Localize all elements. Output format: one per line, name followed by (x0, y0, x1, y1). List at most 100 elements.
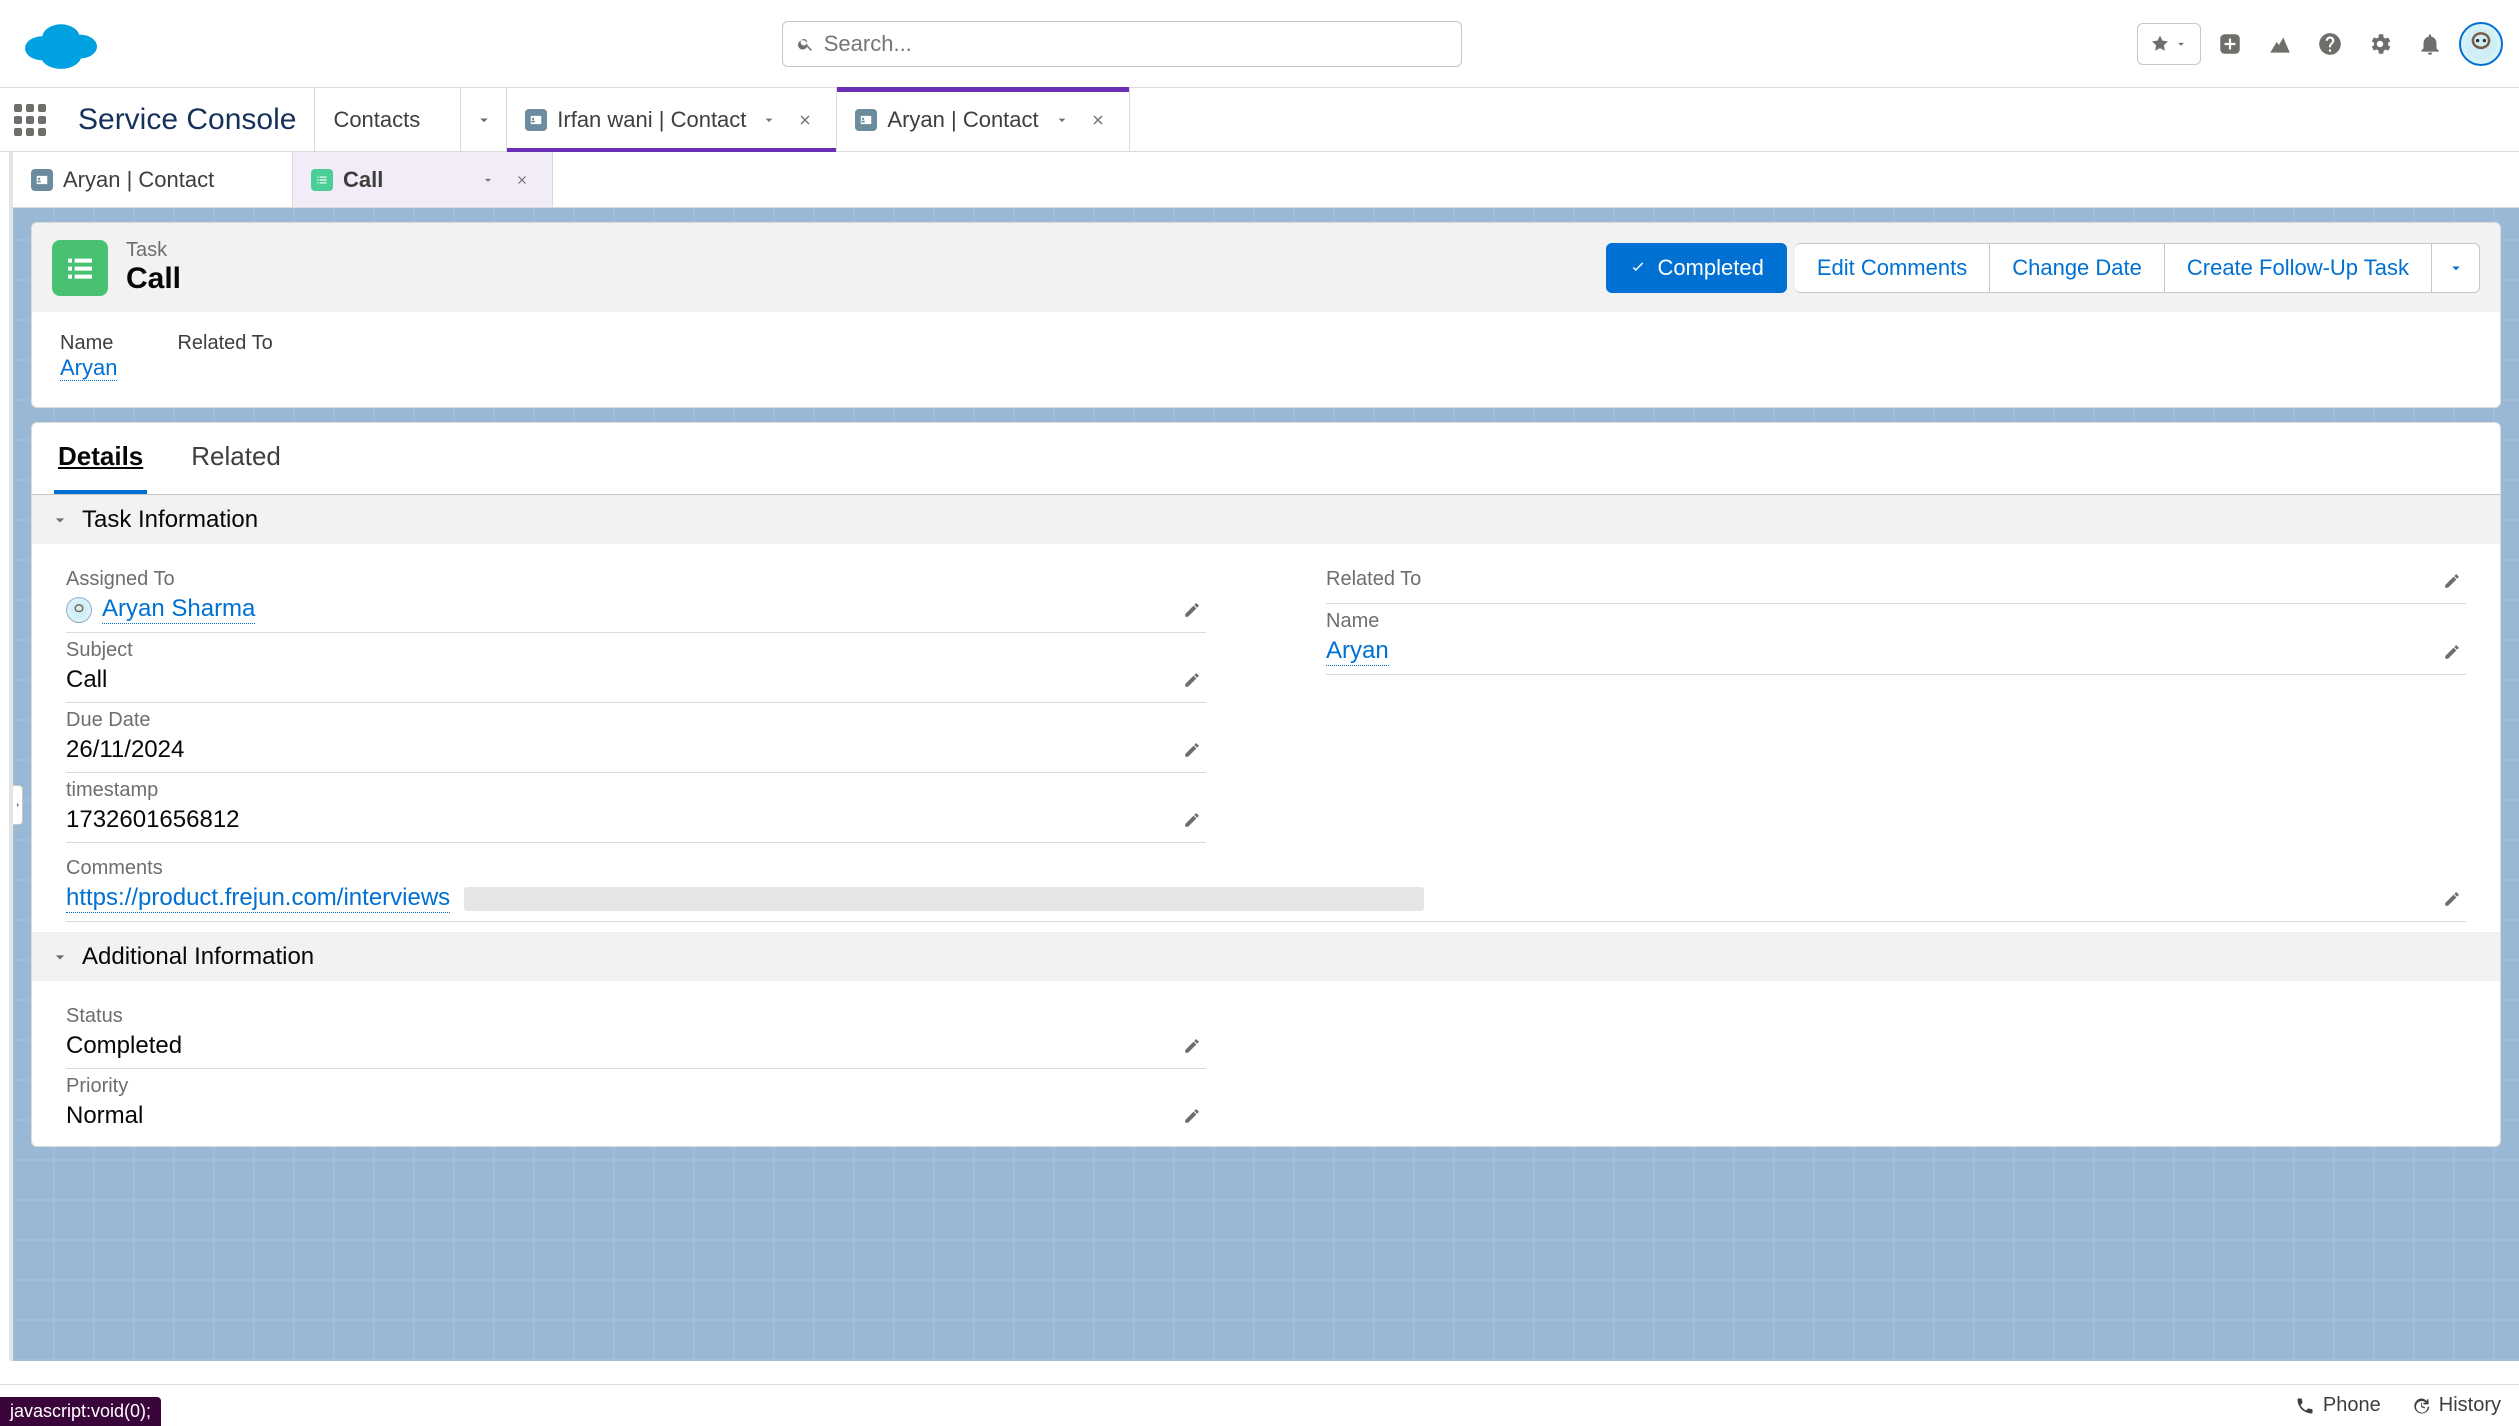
bell-icon (2417, 31, 2443, 57)
header-actions (2137, 22, 2503, 66)
search-icon (797, 35, 814, 53)
pencil-icon (1183, 1037, 1201, 1055)
edit-field-button[interactable] (2438, 885, 2466, 913)
field-label: Name (1326, 610, 2466, 633)
create-followup-button[interactable]: Create Follow-Up Task (2165, 243, 2432, 293)
pencil-icon (2443, 643, 2461, 661)
app-name: Service Console (60, 88, 315, 151)
pencil-icon (1183, 741, 1201, 759)
contact-icon (855, 109, 877, 131)
close-icon (1090, 112, 1106, 128)
edit-field-button[interactable] (1178, 1032, 1206, 1060)
record-canvas: Task Call Completed Edit Comments Change… (9, 208, 2519, 1361)
global-header (0, 0, 2519, 88)
edit-field-button[interactable] (1178, 806, 1206, 834)
chevron-down-icon (481, 173, 495, 187)
change-date-button[interactable]: Change Date (1990, 243, 2165, 293)
highlights-actions: Completed Edit Comments Change Date Crea… (1606, 243, 2480, 293)
subtab-menu-button[interactable] (476, 168, 500, 192)
comments-redacted (464, 887, 1424, 911)
global-search-input[interactable] (824, 31, 1447, 57)
field-label: Status (66, 1005, 1206, 1028)
workspace-tab[interactable]: Aryan | Contact (837, 88, 1129, 151)
workspace-tab-label: Irfan wani | Contact (557, 107, 746, 133)
utility-history[interactable]: History (2411, 1394, 2501, 1417)
field-label: Comments (66, 857, 2466, 880)
notifications-button[interactable] (2409, 23, 2451, 65)
pencil-icon (1183, 601, 1201, 619)
tab-details[interactable]: Details (54, 423, 147, 494)
tab-close-button[interactable] (1085, 107, 1111, 133)
comments-link[interactable]: https://product.frejun.com/interviews (66, 884, 450, 913)
subtab-close-button[interactable] (510, 168, 534, 192)
tab-menu-button[interactable] (1049, 107, 1075, 133)
nav-item-label: Contacts (333, 107, 420, 133)
app-nav: Service Console Contacts Irfan wani | Co… (0, 88, 2519, 152)
edit-field-button[interactable] (1178, 1102, 1206, 1130)
more-actions-button[interactable] (2432, 243, 2480, 293)
contact-icon (525, 109, 547, 131)
edit-field-button[interactable] (1178, 736, 1206, 764)
waffle-icon (14, 104, 46, 136)
subtab-label: Call (343, 167, 383, 193)
field-label: Due Date (66, 709, 1206, 732)
edit-field-button[interactable] (1178, 596, 1206, 624)
app-launcher-button[interactable] (0, 88, 60, 151)
tab-menu-button[interactable] (756, 107, 782, 133)
field-value: 26/11/2024 (66, 736, 1206, 764)
phone-icon (2295, 1396, 2315, 1416)
name-link[interactable]: Aryan (1326, 637, 1389, 666)
chevron-down-icon (761, 112, 777, 128)
chevron-down-icon (1054, 112, 1070, 128)
chevron-down-icon (50, 510, 70, 530)
field-label: Related To (1326, 568, 2466, 591)
assigned-to-link[interactable]: Aryan Sharma (102, 595, 255, 624)
subtab[interactable]: Call (293, 152, 553, 207)
edit-comments-button[interactable]: Edit Comments (1795, 243, 1990, 293)
compact-name-link[interactable]: Aryan (60, 355, 117, 381)
user-avatar-icon (66, 597, 92, 623)
caret-down-icon (2447, 259, 2465, 277)
record-scroll-area: Aryan | Contact Call Task Call (0, 152, 2519, 1384)
nav-item-menu[interactable] (461, 88, 507, 151)
utility-bar: Phone History (0, 1384, 2519, 1426)
contact-icon (31, 169, 53, 191)
task-icon (311, 169, 333, 191)
global-add-button[interactable] (2209, 23, 2251, 65)
field-label: Assigned To (66, 568, 1206, 591)
field-label: Subject (66, 639, 1206, 662)
section-additional-information[interactable]: Additional Information (32, 932, 2500, 981)
question-icon (2317, 31, 2343, 57)
setup-button[interactable] (2359, 23, 2401, 65)
subtab[interactable]: Aryan | Contact (13, 152, 293, 207)
help-button[interactable] (2309, 23, 2351, 65)
pencil-icon (1183, 671, 1201, 689)
close-icon (797, 112, 813, 128)
gear-icon (2367, 31, 2393, 57)
field-value: Completed (66, 1032, 1206, 1060)
subtab-bar: Aryan | Contact Call (9, 152, 2519, 208)
close-icon (515, 173, 529, 187)
nav-item-contacts[interactable]: Contacts (315, 88, 461, 151)
user-avatar[interactable] (2459, 22, 2503, 66)
edit-field-button[interactable] (2438, 567, 2466, 595)
mark-completed-button[interactable]: Completed (1606, 243, 1786, 293)
tab-close-button[interactable] (792, 107, 818, 133)
field-value: 1732601656812 (66, 806, 1206, 834)
tab-related[interactable]: Related (187, 423, 285, 494)
trailhead-button[interactable] (2259, 23, 2301, 65)
pencil-icon (1183, 1107, 1201, 1125)
compact-field-label: Related To (177, 332, 272, 355)
favorites-button[interactable] (2137, 23, 2201, 65)
edit-field-button[interactable] (1178, 666, 1206, 694)
record-title: Call (126, 262, 181, 296)
trailhead-icon (2267, 31, 2293, 57)
global-search[interactable] (782, 21, 1462, 67)
record-type-label: Task (126, 239, 181, 262)
section-task-information[interactable]: Task Information (32, 495, 2500, 544)
utility-phone[interactable]: Phone (2295, 1394, 2381, 1417)
field-label: timestamp (66, 779, 1206, 802)
history-icon (2411, 1396, 2431, 1416)
edit-field-button[interactable] (2438, 638, 2466, 666)
workspace-tab[interactable]: Irfan wani | Contact (507, 88, 837, 151)
